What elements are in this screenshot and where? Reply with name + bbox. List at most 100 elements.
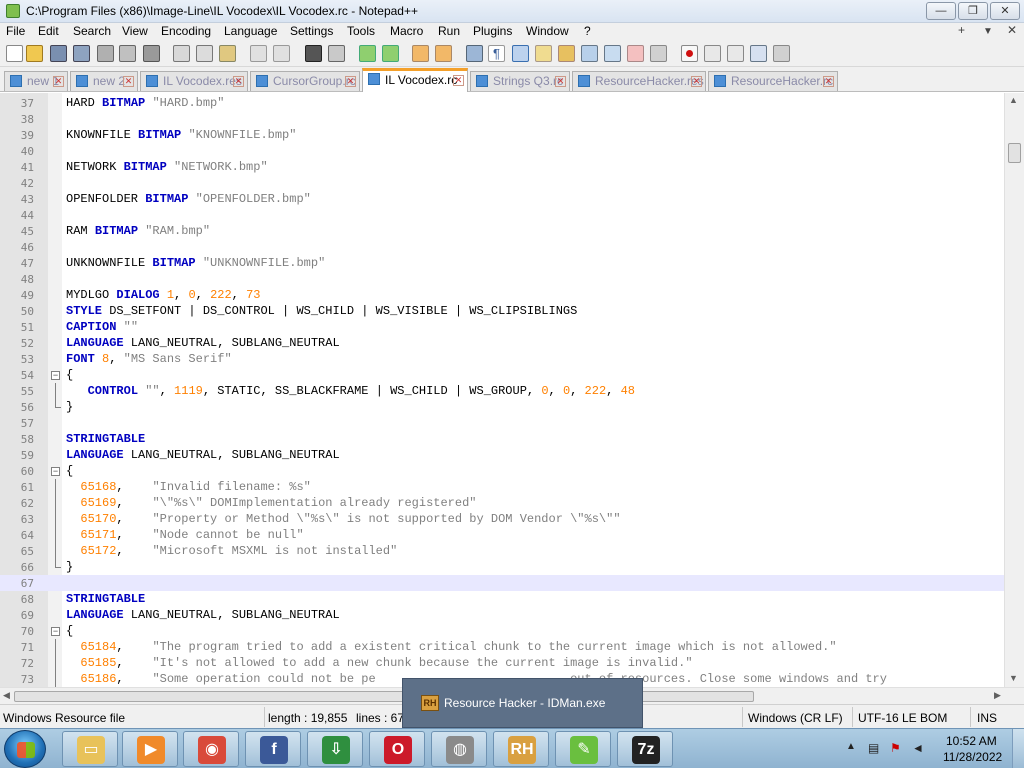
taskbar-app-chrome[interactable]: ◉ [183,731,239,767]
word-wrap-icon[interactable] [466,45,483,62]
taskbar-app-media-player[interactable]: ▶ [122,731,178,767]
redo-icon[interactable] [273,45,290,62]
folder-workspace-icon[interactable] [604,45,621,62]
code-line[interactable]: 67 [0,575,1004,591]
close-button[interactable]: ✕ [990,2,1020,20]
scroll-right-arrow-icon[interactable]: ▶ [994,690,1001,701]
menu-tools[interactable]: Tools [347,24,375,38]
scroll-down-arrow-icon[interactable]: ▼ [1009,673,1018,683]
menu-macro[interactable]: Macro [390,24,423,38]
print-icon[interactable] [143,45,160,62]
code-line[interactable]: 51 CAPTION "" [0,319,1004,335]
menu-settings[interactable]: Settings [290,24,333,38]
tab-close-icon[interactable]: ✕ [555,76,566,87]
code-editor[interactable]: 37 HARD BITMAP "HARD.bmp" 38 39 KNOWNFILE BI… [0,93,1004,687]
menu-help[interactable]: ? [584,24,591,38]
code-line[interactable]: 37 HARD BITMAP "HARD.bmp" [0,95,1004,111]
code-line[interactable]: 65 65172, "Microsoft MSXML is not instal… [0,543,1004,559]
code-line[interactable]: 72 65185, "It's not allowed to add a new… [0,655,1004,671]
new-file-icon[interactable] [6,45,23,62]
status-eol[interactable]: Windows (CR LF) [748,711,843,725]
network-icon[interactable]: ▤ [868,741,879,755]
taskbar-app-7zip[interactable]: 7z [617,731,673,767]
sync-vertical-icon[interactable] [412,45,429,62]
tab-close-icon[interactable]: ✕ [53,76,64,87]
code-line[interactable]: 68 STRINGTABLE [0,591,1004,607]
save-macro-icon[interactable] [773,45,790,62]
status-insert-mode[interactable]: INS [977,711,997,725]
close-document-icon[interactable]: ✕ [1007,23,1017,37]
maximize-button[interactable]: ❐ [958,2,988,20]
code-line[interactable]: 60 −{ [0,463,1004,479]
code-line[interactable]: 54 −{ [0,367,1004,383]
indent-guide-icon[interactable] [512,45,529,62]
zoom-out-icon[interactable] [382,45,399,62]
tab-new-1[interactable]: new 1 ✕ [4,71,68,91]
code-line[interactable]: 59 LANGUAGE LANG_NEUTRAL, SUBLANG_NEUTRAL [0,447,1004,463]
eye-icon[interactable] [650,45,667,62]
show-desktop-button[interactable] [1012,729,1024,768]
tab-close-icon[interactable]: ✕ [691,76,702,87]
code-line[interactable]: 43 OPENFOLDER BITMAP "OPENFOLDER.bmp" [0,191,1004,207]
code-line[interactable]: 69 LANGUAGE LANG_NEUTRAL, SUBLANG_NEUTRAL [0,607,1004,623]
minimize-button[interactable]: — [926,2,956,20]
doc-map-icon[interactable] [558,45,575,62]
cut-icon[interactable] [173,45,190,62]
tab-close-icon[interactable]: ✕ [233,76,244,87]
stop-macro-icon[interactable] [704,45,721,62]
code-line[interactable]: 41 NETWORK BITMAP "NETWORK.bmp" [0,159,1004,175]
monitoring-icon[interactable] [627,45,644,62]
code-line[interactable]: 46 [0,239,1004,255]
tab-list-arrow-icon[interactable]: ▼ [983,26,993,37]
action-center-icon[interactable]: ⚑ [890,741,901,755]
code-line[interactable]: 50 STYLE DS_SETFONT | DS_CONTROL | WS_CHI… [0,303,1004,319]
code-line[interactable]: 39 KNOWNFILE BITMAP "KNOWNFILE.bmp" [0,127,1004,143]
menu-encoding[interactable]: Encoding [161,24,211,38]
taskbar-app-notepad-plus-plus[interactable]: ✎ [555,731,611,767]
record-macro-icon[interactable] [681,45,698,62]
code-line[interactable]: 70 −{ [0,623,1004,639]
tab-close-icon[interactable]: ✕ [123,76,134,87]
code-line[interactable]: 58 STRINGTABLE [0,431,1004,447]
code-line[interactable]: 38 [0,111,1004,127]
taskbar-preview-tooltip[interactable]: RH Resource Hacker - IDMan.exe [402,678,643,728]
taskbar-app-internet-download-manager[interactable]: ⇩ [307,731,363,767]
status-encoding[interactable]: UTF-16 LE BOM [858,711,947,725]
clock-time[interactable]: 10:52 AM [946,734,997,748]
copy-icon[interactable] [196,45,213,62]
code-line[interactable]: 48 [0,271,1004,287]
clock-date[interactable]: 11/28/2022 [943,750,1002,764]
code-line[interactable]: 47 UNKNOWNFILE BITMAP "UNKNOWNFILE.bmp" [0,255,1004,271]
scroll-up-arrow-icon[interactable]: ▲ [1009,95,1018,105]
save-all-icon[interactable] [73,45,90,62]
show-all-characters-icon[interactable]: ¶ [488,45,505,62]
sync-horizontal-icon[interactable] [435,45,452,62]
tab-strings-q3-rc[interactable]: Strings Q3.rc ✕ [470,71,570,91]
notepadplusplus-app-icon[interactable] [6,4,20,18]
tray-expand-arrow-icon[interactable]: ▲ [846,741,856,752]
taskbar-app-resource-hacker[interactable]: RH [493,731,549,767]
horizontal-scroll-thumb[interactable] [14,691,754,702]
code-line[interactable]: 71 65184, "The program tried to add a ex… [0,639,1004,655]
close-all-icon[interactable] [119,45,136,62]
zoom-in-icon[interactable] [359,45,376,62]
code-line[interactable]: 52 LANGUAGE LANG_NEUTRAL, SUBLANG_NEUTRAL [0,335,1004,351]
fold-toggle-icon[interactable]: − [51,467,60,476]
taskbar-app-speaker[interactable]: ◍ [431,731,487,767]
start-button[interactable] [4,730,46,768]
close-file-icon[interactable] [97,45,114,62]
code-line[interactable]: 62 65169, "\"%s\" DOMImplementation alre… [0,495,1004,511]
code-line[interactable]: 57 [0,415,1004,431]
menu-file[interactable]: File [6,24,25,38]
fold-toggle-icon[interactable]: − [51,371,60,380]
code-line[interactable]: 64 65171, "Node cannot be null" [0,527,1004,543]
code-line[interactable]: 40 [0,143,1004,159]
find-icon[interactable] [305,45,322,62]
code-line[interactable]: 42 [0,175,1004,191]
code-line[interactable]: 49 MYDLGO DIALOG 1, 0, 222, 73 [0,287,1004,303]
code-line[interactable]: 53 FONT 8, "MS Sans Serif" [0,351,1004,367]
code-line[interactable]: 56} [0,399,1004,415]
menu-plugins[interactable]: Plugins [473,24,512,38]
vertical-scroll-thumb[interactable] [1008,143,1021,163]
paste-icon[interactable] [219,45,236,62]
